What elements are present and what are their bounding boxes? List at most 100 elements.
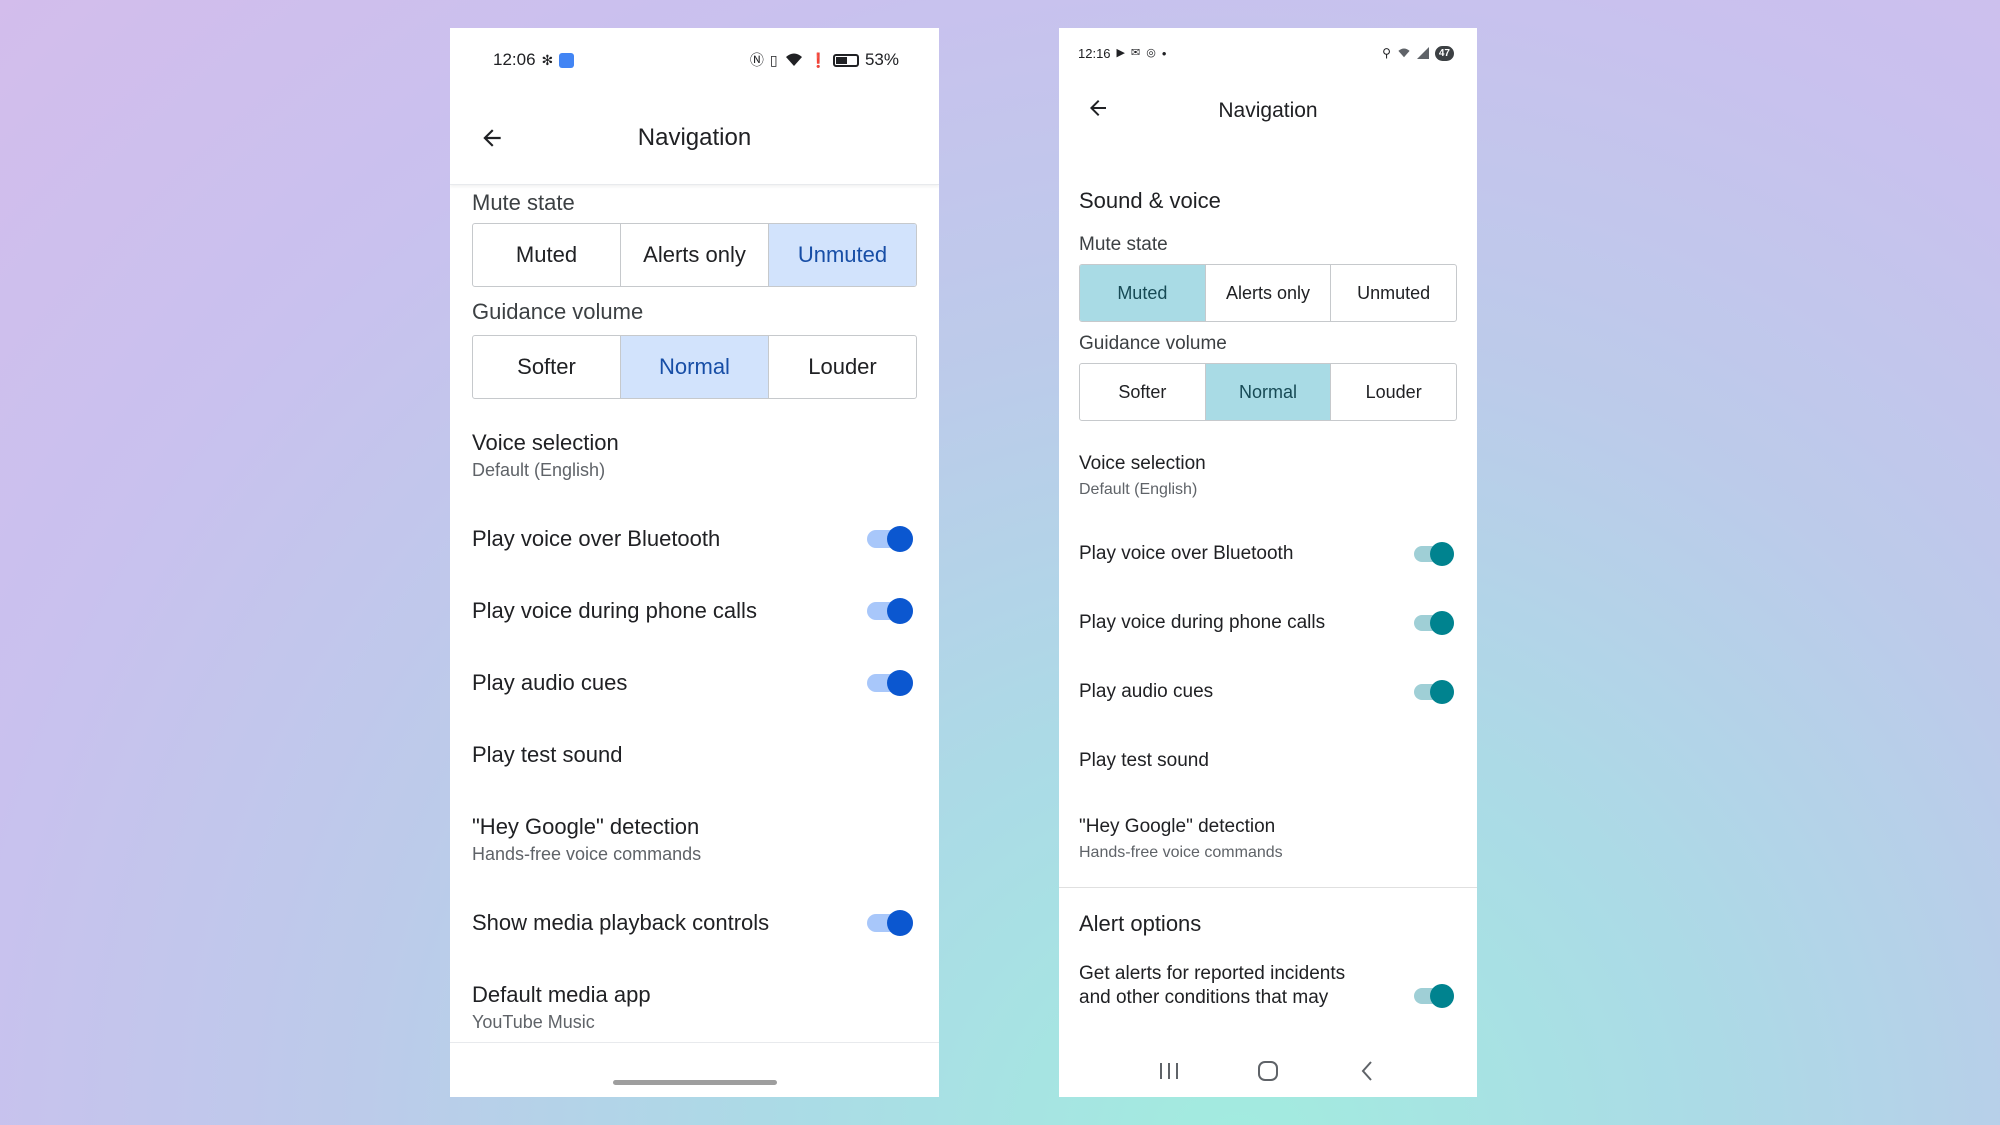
bluetooth-voice-item[interactable]: Play voice over Bluetooth (1059, 519, 1477, 588)
settings-list: Mute state Muted Alerts only Unmuted Gui… (450, 185, 939, 1055)
voice-selection-title: Voice selection (1079, 452, 1206, 474)
guidance-volume-toggle: Softer Normal Louder (472, 335, 917, 399)
audio-cues-title: Play audio cues (1079, 680, 1214, 702)
phone-calls-voice-switch[interactable] (867, 598, 913, 624)
gmail-icon: ✉ (1131, 46, 1141, 59)
audio-cues-switch[interactable] (1414, 679, 1454, 704)
phone-calls-voice-item[interactable]: Play voice during phone calls (1059, 588, 1477, 657)
media-controls-item[interactable]: Show media playback controls (450, 887, 939, 959)
page-title: Navigation (637, 124, 752, 151)
recent-apps-icon[interactable] (1149, 1051, 1189, 1091)
guidance-volume-toggle: Softer Normal Louder (1079, 363, 1457, 421)
voice-selection-title: Voice selection (472, 429, 619, 455)
reported-incidents-title-line1: Get alerts for reported incidents (1079, 963, 1346, 984)
youtube-icon: ▶ (1116, 46, 1126, 59)
guidance-volume-label: Guidance volume (1079, 333, 1227, 354)
bluetooth-voice-title: Play voice over Bluetooth (1079, 542, 1294, 564)
volume-option-softer[interactable]: Softer (473, 336, 621, 398)
reported-incidents-item[interactable]: Get alerts for reported incidents and ot… (1059, 962, 1477, 1028)
right-phone-screen: 12:16 ▶ ✉ ◎ • ⚲ 47 Navigation Sound & vo… (1059, 28, 1477, 1097)
volume-option-normal[interactable]: Normal (1205, 364, 1332, 420)
voice-selection-subtitle: Default (English) (1079, 480, 1198, 498)
bluetooth-voice-item[interactable]: Play voice over Bluetooth (450, 503, 939, 575)
mute-option-unmuted[interactable]: Unmuted (769, 224, 916, 286)
mute-option-muted[interactable]: Muted (473, 224, 621, 286)
volume-option-normal[interactable]: Normal (621, 336, 769, 398)
guidance-volume-label: Guidance volume (472, 299, 644, 324)
messenger-icon: ◎ (1146, 46, 1156, 59)
status-time: 12:16 (1078, 45, 1111, 61)
nfc-icon: Ⓝ (749, 52, 764, 68)
bluetooth-voice-switch[interactable] (867, 526, 913, 552)
volume-option-louder[interactable]: Louder (769, 336, 916, 398)
app-bar: Navigation (450, 92, 939, 185)
page-title: Navigation (1218, 99, 1318, 122)
audio-cues-item[interactable]: Play audio cues (450, 647, 939, 719)
mute-option-unmuted[interactable]: Unmuted (1331, 265, 1456, 321)
default-media-app-subtitle: YouTube Music (472, 1011, 595, 1032)
battery-icon (832, 53, 859, 67)
wifi-icon (1398, 48, 1410, 58)
gesture-bar[interactable] (612, 1080, 777, 1085)
reported-incidents-switch[interactable] (1414, 984, 1454, 1008)
status-time: 12:06 (493, 50, 536, 69)
status-dot: • (1161, 45, 1167, 61)
default-media-app-item[interactable]: Default media app YouTube Music (450, 959, 939, 1055)
test-sound-title: Play test sound (1079, 749, 1209, 771)
system-nav-bar (1059, 1045, 1477, 1097)
signal-icon (1416, 47, 1429, 59)
hey-google-subtitle: Hands-free voice commands (1079, 843, 1283, 861)
bluetooth-voice-switch[interactable] (1414, 541, 1454, 566)
mute-state-toggle: Muted Alerts only Unmuted (472, 223, 917, 287)
vibrate-icon: ▯ (769, 52, 778, 68)
audio-cues-title: Play audio cues (472, 670, 628, 695)
phone-calls-voice-title: Play voice during phone calls (1079, 611, 1326, 633)
battery-badge: 47 (1434, 45, 1454, 61)
phone-calls-voice-switch[interactable] (1414, 610, 1454, 635)
test-sound-title: Play test sound (472, 742, 623, 767)
phone-calls-voice-title: Play voice during phone calls (472, 598, 757, 623)
wifi-icon (785, 53, 802, 66)
status-bar: 12:06 ✻ Ⓝ ▯ ❗ 53% (450, 28, 939, 92)
volume-option-louder[interactable]: Louder (1331, 364, 1456, 420)
voice-selection-item[interactable]: Voice selection Default (English) (450, 407, 939, 503)
app-notification-icon (559, 52, 575, 68)
media-controls-title: Show media playback controls (472, 910, 770, 935)
home-icon[interactable] (1248, 1051, 1288, 1091)
status-bar: 12:16 ▶ ✉ ◎ • ⚲ 47 (1059, 28, 1477, 78)
voice-selection-subtitle: Default (English) (472, 459, 606, 480)
audio-cues-item[interactable]: Play audio cues (1059, 657, 1477, 726)
reported-incidents-title-line2: and other conditions that may (1079, 987, 1329, 1008)
slack-icon: ✻ (541, 52, 554, 68)
test-sound-item[interactable]: Play test sound (1059, 726, 1477, 795)
hey-google-title: "Hey Google" detection (472, 813, 700, 839)
mute-state-label: Mute state (1079, 234, 1168, 255)
sound-voice-header: Sound & voice (1079, 188, 1221, 213)
volume-option-softer[interactable]: Softer (1080, 364, 1206, 420)
battery-percent: 53% (864, 50, 899, 69)
bluetooth-voice-title: Play voice over Bluetooth (472, 526, 721, 551)
alert-options-header: Alert options (1079, 911, 1202, 936)
audio-cues-switch[interactable] (867, 670, 913, 696)
app-bar: Navigation (1059, 78, 1477, 181)
media-controls-switch[interactable] (867, 910, 913, 936)
test-sound-item[interactable]: Play test sound (450, 719, 939, 791)
mute-state-toggle: Muted Alerts only Unmuted (1079, 264, 1457, 322)
hey-google-title: "Hey Google" detection (1079, 815, 1276, 837)
left-phone-screen: 12:06 ✻ Ⓝ ▯ ❗ 53% Navigation Mute state … (450, 28, 939, 1097)
phone-calls-voice-item[interactable]: Play voice during phone calls (450, 575, 939, 647)
hey-google-item[interactable]: "Hey Google" detection Hands-free voice … (450, 791, 939, 887)
settings-list: Sound & voice Mute state Muted Alerts on… (1059, 181, 1477, 1028)
mute-option-muted[interactable]: Muted (1080, 265, 1206, 321)
mute-option-alerts-only[interactable]: Alerts only (1206, 265, 1332, 321)
hey-google-item[interactable]: "Hey Google" detection Hands-free voice … (1059, 795, 1477, 881)
bottom-divider (450, 1042, 939, 1043)
alert-icon: ❗ (809, 52, 827, 68)
section-divider (1059, 887, 1477, 888)
mute-option-alerts-only[interactable]: Alerts only (621, 224, 769, 286)
voice-selection-item[interactable]: Voice selection Default (English) (1059, 431, 1477, 519)
default-media-app-title: Default media app (472, 981, 651, 1007)
back-nav-icon[interactable] (1347, 1051, 1387, 1091)
hey-google-subtitle: Hands-free voice commands (472, 843, 702, 864)
location-icon: ⚲ (1382, 46, 1391, 60)
